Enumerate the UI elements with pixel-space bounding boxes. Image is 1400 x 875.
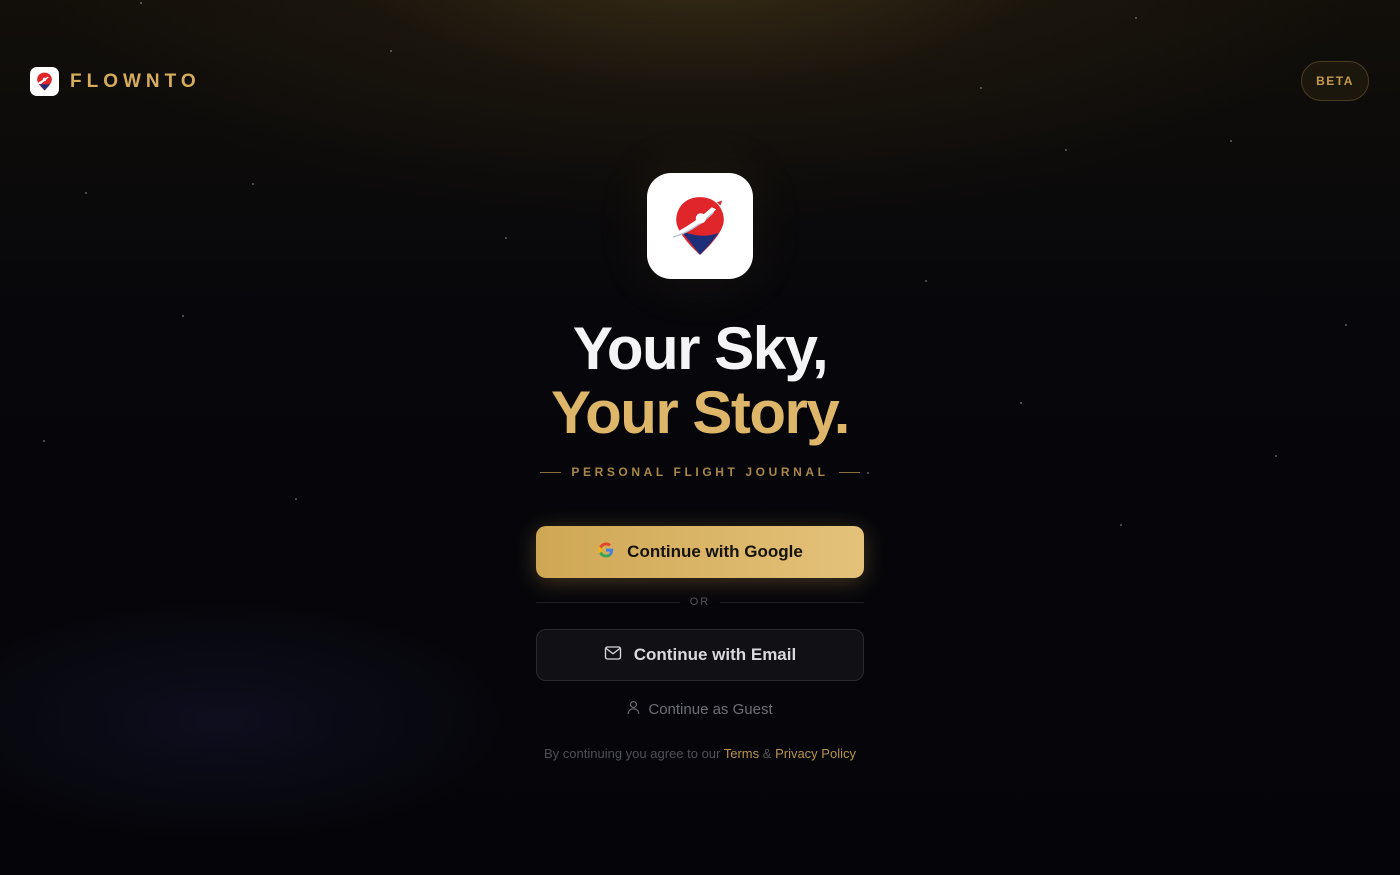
tagline-text: PERSONAL FLIGHT JOURNAL (571, 465, 829, 479)
user-icon (627, 700, 640, 719)
terms-link[interactable]: Terms (724, 746, 759, 761)
guest-link-label: Continue as Guest (648, 701, 773, 718)
app-logo-icon (647, 173, 753, 279)
continue-as-guest-link[interactable]: Continue as Guest (0, 700, 1400, 719)
mail-icon (604, 645, 622, 666)
brand-name: FLOWNTO (70, 70, 201, 92)
email-button-label: Continue with Email (633, 645, 797, 664)
map-pin-plane-icon (30, 67, 59, 96)
divider-line-right (720, 601, 864, 603)
privacy-policy-link[interactable]: Privacy Policy (775, 746, 856, 761)
headline-line1: Your Sky, (572, 315, 829, 382)
tagline-rule-left (540, 471, 562, 473)
legal-prefix: By continuing you agree to our (544, 746, 721, 761)
headline-line2: Your Story. (551, 379, 850, 446)
tagline-rule-right (838, 471, 860, 473)
tagline: PERSONAL FLIGHT JOURNAL (0, 465, 1400, 479)
divider-line-left (536, 601, 680, 603)
google-button-label: Continue with Google (627, 542, 803, 561)
login-page: FLOWNTO BETA Your Sky, Your Story. PERSO… (0, 0, 1400, 875)
beta-badge: BETA (1301, 61, 1369, 101)
google-icon (597, 541, 615, 564)
divider-label: OR (689, 596, 711, 608)
legal-joiner: & (762, 746, 772, 761)
brand-link[interactable]: FLOWNTO (30, 67, 201, 96)
legal-notice: By continuing you agree to our Terms & P… (540, 742, 860, 765)
or-divider: OR (536, 596, 864, 608)
continue-with-google-button[interactable]: Continue with Google (536, 526, 864, 578)
continue-with-email-button[interactable]: Continue with Email (536, 629, 864, 681)
